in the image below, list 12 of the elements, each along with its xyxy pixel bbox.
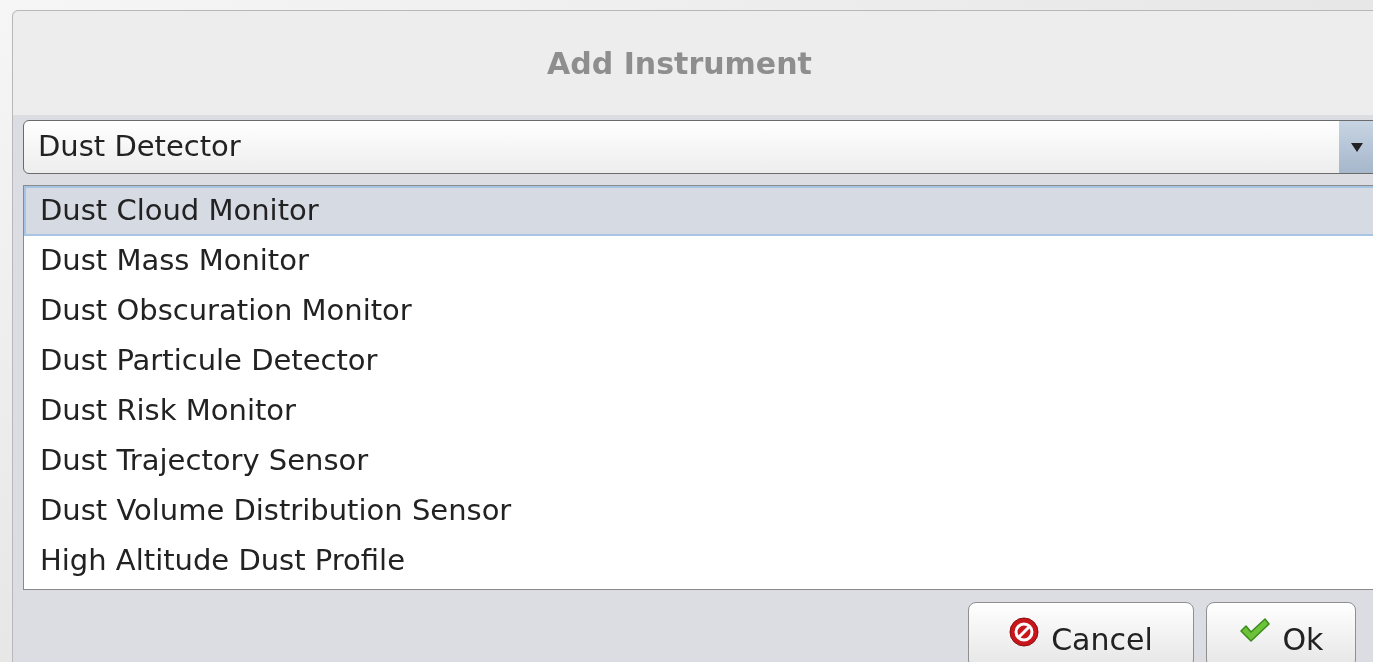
instrument-list-item[interactable]: Dust Trajectory Sensor <box>24 436 1373 486</box>
instrument-list-item[interactable]: Dust Risk Monitor <box>24 386 1373 436</box>
instrument-list-item[interactable]: Dust Mass Monitor <box>24 236 1373 286</box>
ok-button[interactable]: Ok <box>1206 602 1356 662</box>
category-dropdown[interactable]: Dust Detector <box>23 120 1373 174</box>
instrument-list-item[interactable]: Dust Cloud Monitor <box>24 186 1373 236</box>
instrument-list-item[interactable]: High Altitude Dust Profile <box>24 536 1373 586</box>
dialog-title: Add Instrument <box>547 44 812 83</box>
instrument-list-item[interactable]: Dust Obscuration Monitor <box>24 286 1373 336</box>
instrument-list-item[interactable]: Dust Particule Detector <box>24 336 1373 386</box>
cancel-button[interactable]: Cancel <box>968 602 1194 662</box>
instrument-list-item[interactable]: Dust Volume Distribution Sensor <box>24 486 1373 536</box>
